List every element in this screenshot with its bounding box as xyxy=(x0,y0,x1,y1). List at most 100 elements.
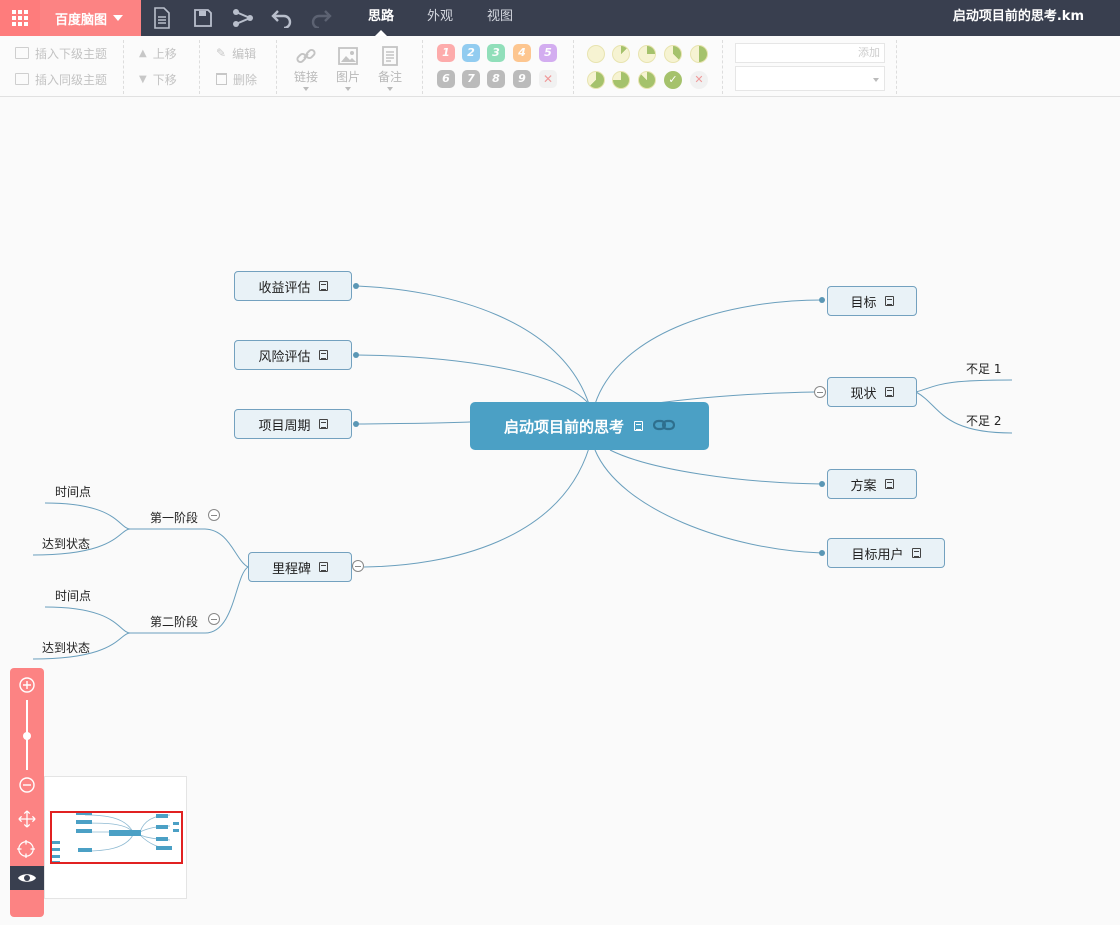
new-file-icon[interactable] xyxy=(148,4,176,32)
insert-sibling-button[interactable]: 插入同级主题 xyxy=(15,71,107,87)
tab-idea[interactable]: 思路 xyxy=(368,0,394,36)
progress-3-icon[interactable] xyxy=(664,45,682,63)
progress-2-icon[interactable] xyxy=(638,45,656,63)
zoom-out-icon[interactable] xyxy=(18,776,36,794)
ribbon-divider xyxy=(123,40,124,94)
ribbon-divider xyxy=(199,40,200,94)
note-icon[interactable] xyxy=(319,562,328,572)
priority-4-button[interactable]: 4 xyxy=(513,44,531,62)
priority-2-button[interactable]: 2 xyxy=(462,44,480,62)
collapse-icon[interactable] xyxy=(814,386,826,398)
priority-8-button[interactable]: 8 xyxy=(487,70,505,88)
file-name: 启动项目前的思考.km xyxy=(952,9,1084,24)
link-dot xyxy=(819,297,825,303)
note-icon[interactable] xyxy=(884,387,894,397)
collapse-icon[interactable] xyxy=(208,509,220,521)
progress-5-icon[interactable] xyxy=(587,71,605,89)
arrow-up-icon: ▲ xyxy=(139,47,147,59)
priority-5-button[interactable]: 5 xyxy=(539,44,557,62)
dropdown-arrow-icon xyxy=(387,87,393,91)
subtopic-label[interactable]: 时间点 xyxy=(55,587,91,604)
undo-icon[interactable] xyxy=(268,4,296,32)
subtopic-label[interactable]: 时间点 xyxy=(55,483,91,500)
subtopic-label[interactable]: 不足 2 xyxy=(966,412,1001,429)
note-button[interactable]: 备注 xyxy=(373,45,407,91)
insert-child-label: 插入下级主题 xyxy=(35,46,108,61)
subtopic-label[interactable]: 不足 1 xyxy=(966,360,1001,377)
note-icon[interactable] xyxy=(884,296,894,306)
minimap-viewport[interactable] xyxy=(50,811,183,864)
redo-icon[interactable] xyxy=(307,4,335,32)
progress-done-icon[interactable]: ✓ xyxy=(664,71,682,89)
priority-9-button[interactable]: 9 xyxy=(513,70,531,88)
priority-7-button[interactable]: 7 xyxy=(462,70,480,88)
note-icon[interactable] xyxy=(318,419,328,429)
brand-menu-button[interactable]: 百度脑图 xyxy=(40,0,141,36)
arrow-down-icon: ▼ xyxy=(139,73,147,85)
priority-1-button[interactable]: 1 xyxy=(437,44,455,62)
subtopic-label[interactable]: 达到状态 xyxy=(42,639,90,656)
share-icon[interactable] xyxy=(229,4,257,32)
note-icon[interactable] xyxy=(318,281,328,291)
remove-priority-icon[interactable]: ✕ xyxy=(539,70,557,88)
subtopic-label[interactable]: 第二阶段 xyxy=(150,613,198,630)
topic-node[interactable]: 现状 xyxy=(827,377,917,407)
note-icon xyxy=(379,45,401,67)
zoom-in-icon[interactable] xyxy=(18,676,36,694)
topic-node[interactable]: 项目周期 xyxy=(234,409,352,439)
remove-progress-icon[interactable]: ✕ xyxy=(690,71,708,89)
progress-4-icon[interactable] xyxy=(690,45,708,63)
ribbon-divider xyxy=(573,40,574,94)
pencil-icon: ✎ xyxy=(216,46,227,60)
subtopic-label[interactable]: 第一阶段 xyxy=(150,509,198,526)
collapse-icon[interactable] xyxy=(208,613,220,625)
apps-grid-icon[interactable] xyxy=(0,0,40,36)
topic-label: 收益评估 xyxy=(258,280,311,296)
edit-button[interactable]: ✎ 编辑 xyxy=(216,45,256,61)
save-icon[interactable] xyxy=(189,4,217,32)
move-hand-icon[interactable] xyxy=(18,810,36,828)
progress-7-icon[interactable] xyxy=(638,71,656,89)
progress-6-icon[interactable] xyxy=(612,71,630,89)
link-button[interactable]: 链接 xyxy=(289,45,323,91)
priority-3-button[interactable]: 3 xyxy=(487,44,505,62)
root-topic[interactable]: 启动项目前的思考 xyxy=(470,402,709,450)
topic-node[interactable]: 收益评估 xyxy=(234,271,352,301)
move-up-button[interactable]: ▲ 上移 xyxy=(139,45,177,61)
link-icon[interactable] xyxy=(652,417,676,435)
progress-1-icon[interactable] xyxy=(612,45,630,63)
resource-add-input[interactable]: 添加 xyxy=(735,43,885,63)
eye-icon[interactable] xyxy=(10,866,44,890)
note-icon[interactable] xyxy=(318,350,328,360)
note-icon[interactable] xyxy=(911,548,921,558)
resource-select[interactable] xyxy=(735,66,885,91)
zoom-slider[interactable] xyxy=(18,698,36,772)
topic-node[interactable]: 目标 xyxy=(827,286,917,316)
topic-label: 项目周期 xyxy=(258,418,311,434)
collapse-icon[interactable] xyxy=(352,560,364,572)
image-button[interactable]: 图片 xyxy=(331,45,365,91)
topic-node[interactable]: 风险评估 xyxy=(234,340,352,370)
topic-node[interactable]: 里程碑 xyxy=(248,552,352,582)
note-icon[interactable] xyxy=(884,479,894,489)
delete-button[interactable]: 删除 xyxy=(216,71,257,87)
insert-child-button[interactable]: 插入下级主题 xyxy=(15,45,107,61)
topic-node[interactable]: 目标用户 xyxy=(827,538,945,568)
insert-sibling-icon xyxy=(15,73,29,85)
tab-view[interactable]: 视图 xyxy=(487,0,513,36)
ribbon-divider xyxy=(722,40,723,94)
trash-icon xyxy=(216,73,227,85)
topic-node[interactable]: 方案 xyxy=(827,469,917,499)
locate-center-icon[interactable] xyxy=(17,840,35,858)
subtopic-label[interactable]: 达到状态 xyxy=(42,535,90,552)
move-up-label: 上移 xyxy=(152,46,177,61)
note-icon[interactable] xyxy=(634,421,643,431)
topic-label: 现状 xyxy=(850,386,877,402)
priority-6-button[interactable]: 6 xyxy=(437,70,455,88)
move-down-button[interactable]: ▼ 下移 xyxy=(139,71,177,87)
progress-0-icon[interactable] xyxy=(587,45,605,63)
minimap[interactable] xyxy=(44,776,187,899)
link-dot xyxy=(819,481,825,487)
insert-sibling-label: 插入同级主题 xyxy=(35,72,108,87)
tab-appearance[interactable]: 外观 xyxy=(427,0,453,36)
